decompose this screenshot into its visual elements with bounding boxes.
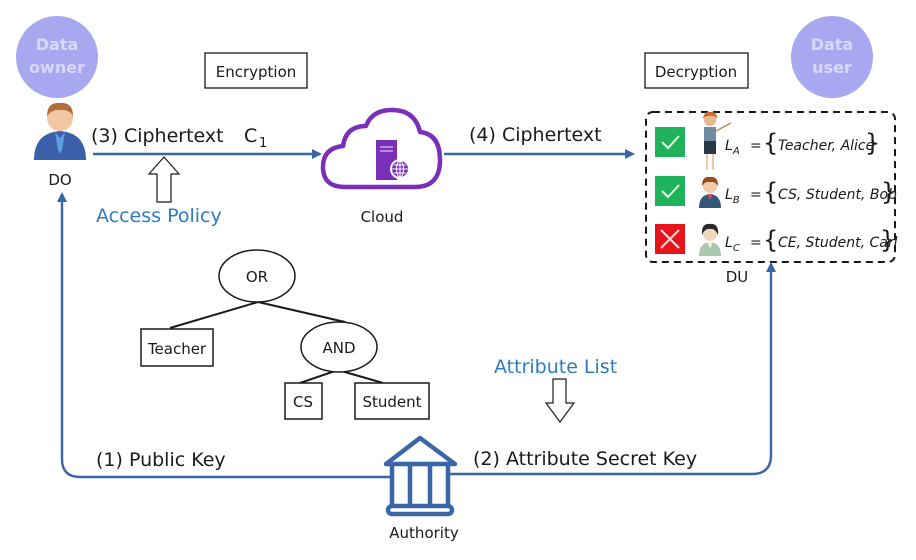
ciphertext-symbol: C [244, 125, 257, 147]
svg-text:=: = [750, 235, 762, 251]
user-c-label: L [725, 235, 733, 251]
cloud-server-icon [320, 107, 443, 190]
user-c-sub: C [733, 243, 740, 254]
decryption-phase-box: Decryption [644, 52, 749, 89]
user-a-attributes: Teacher, Alice [778, 138, 874, 154]
encryption-phase-box: Encryption [204, 52, 308, 89]
authority-label: Authority [389, 524, 459, 542]
data-owner-badge-line2: owner [29, 58, 85, 77]
data-user-badge-line2: user [812, 58, 852, 77]
data-owner-person-icon [34, 102, 86, 160]
svg-text:{: { [763, 178, 778, 206]
access-policy-label: Access Policy [96, 205, 222, 227]
data-owner-badge: Data owner [16, 16, 98, 98]
granted-check-icon [655, 127, 685, 157]
access-policy-tree: OR Teacher AND CS Student [140, 249, 430, 420]
cs-leaf-label: CS [293, 393, 313, 411]
attribute-list-down-arrow-icon [544, 378, 576, 424]
svg-text:}: } [881, 178, 896, 206]
granted-check-icon [655, 176, 685, 206]
user-a-sub: A [732, 146, 740, 157]
step2-attribute-secret-key-label: (2) Attribute Secret Key [473, 448, 697, 470]
authority-building-icon [383, 435, 458, 517]
cloud-label: Cloud [361, 208, 404, 226]
decryption-label: Decryption [655, 63, 737, 81]
student-leaf-label: Student [362, 393, 421, 411]
cp-abe-diagram: Data owner Data user Encryption Decrypti… [0, 0, 916, 560]
or-node-label: OR [246, 268, 268, 286]
data-user-badge-line1: Data [811, 35, 854, 54]
svg-text:}: } [880, 226, 895, 254]
data-owner-badge-line1: Data [36, 35, 79, 54]
svg-text:{: { [763, 226, 778, 254]
ciphertext-subscript: 1 [259, 136, 267, 151]
du-label: DU [726, 268, 749, 286]
teacher-leaf-label: Teacher [147, 340, 207, 358]
user-b-attributes: CS, Student, Bob [778, 187, 897, 203]
access-policy-up-arrow-icon [147, 156, 181, 203]
encryption-label: Encryption [216, 63, 297, 81]
attribute-list-label: Attribute List [494, 356, 617, 378]
user-b-sub: B [733, 195, 740, 206]
svg-text:=: = [750, 138, 762, 154]
user-b-label: L [725, 187, 733, 203]
svg-text:=: = [750, 187, 762, 203]
user-a-label: L [725, 138, 733, 154]
do-label: DO [48, 171, 71, 189]
data-user-badge: Data user [791, 16, 873, 98]
step4-ciphertext-label: (4) Ciphertext [469, 124, 602, 146]
and-node-label: AND [322, 339, 355, 357]
svg-text:}: } [865, 129, 880, 157]
svg-text:{: { [763, 129, 778, 157]
step3-ciphertext-label: (3) Ciphertext [91, 125, 224, 147]
step1-public-key-label: (1) Public Key [96, 449, 226, 471]
